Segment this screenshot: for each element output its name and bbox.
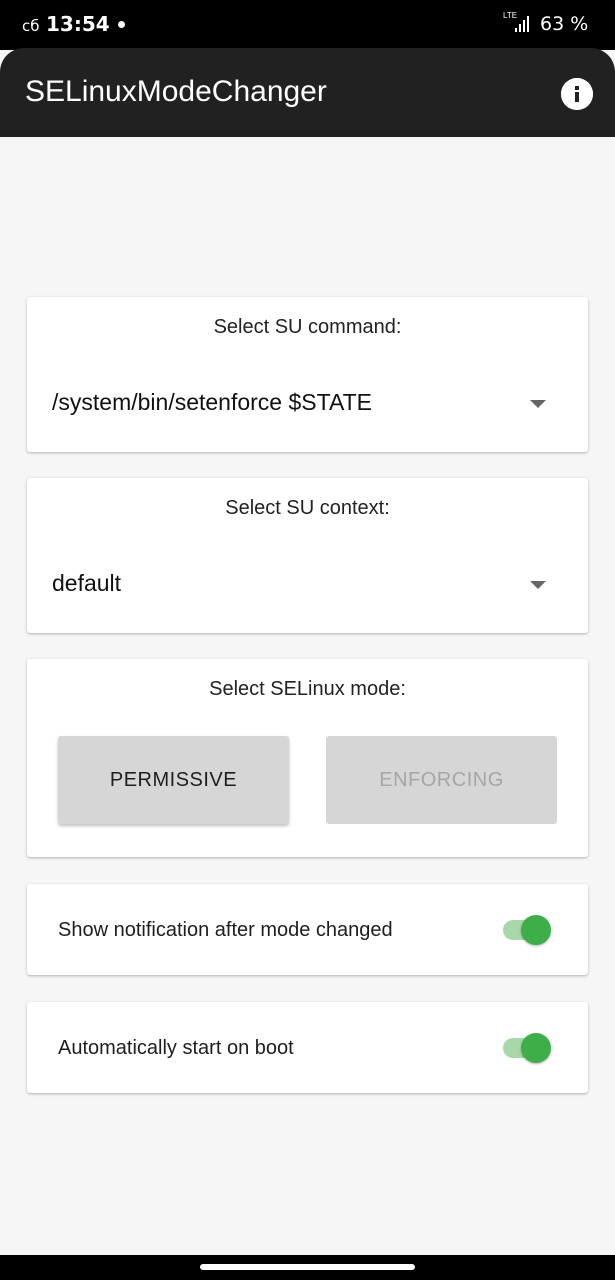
su-command-card: Select SU command: /system/bin/setenforc… xyxy=(27,297,588,452)
notification-setting-label: Show notification after mode changed xyxy=(58,919,393,941)
app-title: SELinuxModeChanger xyxy=(25,75,327,108)
su-command-value: /system/bin/setenforce $STATE xyxy=(52,389,372,415)
toggle-thumb xyxy=(521,915,551,945)
status-time: 13:54 xyxy=(46,12,110,36)
dropdown-arrow-icon xyxy=(530,581,546,589)
app-bar: SELinuxModeChanger xyxy=(0,48,615,137)
battery-level: 63 % xyxy=(540,13,589,35)
boot-setting-label: Automatically start on boot xyxy=(58,1037,294,1059)
su-context-card: Select SU context: default xyxy=(27,478,588,633)
su-context-value: default xyxy=(52,570,122,596)
screen: сб 13:54 LTE 63 % SELinuxModeChanger Sel xyxy=(0,0,615,1280)
toggle-thumb xyxy=(521,1033,551,1063)
signal-icon: LTE xyxy=(503,10,531,36)
info-icon[interactable] xyxy=(561,78,593,110)
status-bar: сб 13:54 LTE 63 % xyxy=(0,0,615,50)
status-day: сб xyxy=(22,17,40,35)
permissive-button[interactable]: PERMISSIVE xyxy=(58,736,289,824)
su-context-dropdown[interactable]: default xyxy=(27,554,588,614)
home-gesture-handle[interactable] xyxy=(200,1264,415,1270)
dropdown-arrow-icon xyxy=(530,400,546,408)
selinux-mode-title: Select SELinux mode: xyxy=(209,678,406,700)
selinux-mode-card: Select SELinux mode: PERMISSIVE ENFORCIN… xyxy=(27,659,588,857)
notification-dot-icon xyxy=(118,21,125,28)
enforcing-button[interactable]: ENFORCING xyxy=(326,736,557,824)
su-command-dropdown[interactable]: /system/bin/setenforce $STATE xyxy=(27,373,588,433)
boot-setting-card: Automatically start on boot xyxy=(27,1002,588,1093)
notification-toggle[interactable] xyxy=(501,913,553,947)
su-command-title: Select SU command: xyxy=(213,316,402,338)
boot-toggle[interactable] xyxy=(501,1031,553,1065)
su-context-title: Select SU context: xyxy=(225,497,390,519)
notification-setting-card: Show notification after mode changed xyxy=(27,884,588,975)
navigation-bar xyxy=(0,1255,615,1280)
network-type-label: LTE xyxy=(503,11,517,20)
